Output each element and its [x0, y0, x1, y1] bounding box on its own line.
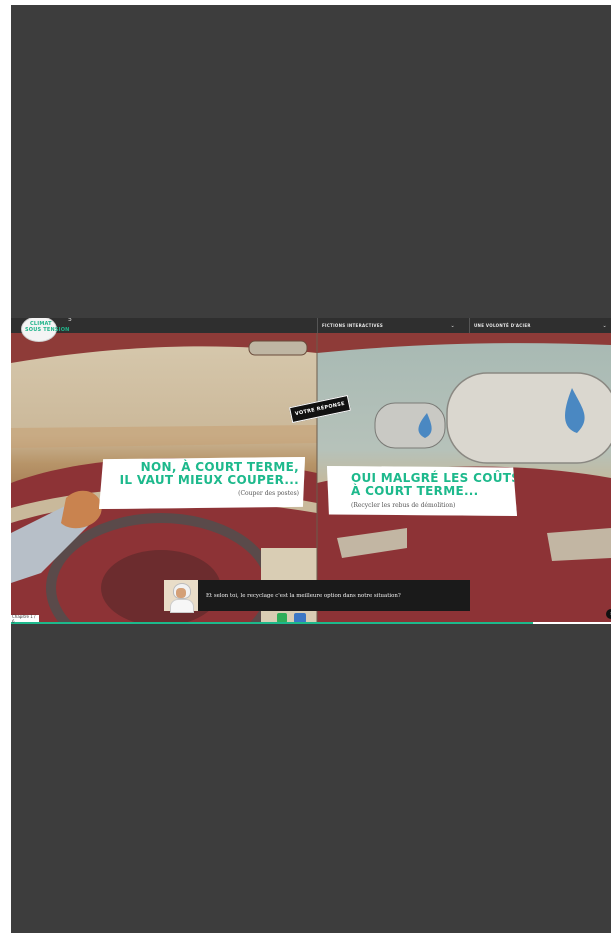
choice-card-yes[interactable]: OUI MALGRÉ LES COÛTS À COURT TERME... (R… [327, 466, 517, 516]
menu-fictions-label: FICTIONS INTERACTIVES [322, 323, 384, 328]
progress-bar-fill [11, 622, 533, 624]
chevron-down-icon: ⌄ [602, 322, 607, 329]
choice-card-no[interactable]: NON, À COURT TERME, IL VAUT MIEUX COUPER… [99, 457, 305, 509]
viewer-frame: FICTIONS INTERACTIVES ⌄ UNE VOLONTÉ D'AC… [11, 5, 611, 933]
menu-chapter-title[interactable]: UNE VOLONTÉ D'ACIER ⌄ [469, 318, 611, 333]
robe-shape [170, 599, 194, 613]
dialog-box: Et selon toi, le recyclage c'est la meil… [164, 580, 470, 613]
choice-no-subtext: (Couper des postes) [238, 490, 299, 497]
choice-yes-heading-line2: À COURT TERME... [351, 484, 479, 498]
site-logo[interactable]: CLIMAT SOUS TENSION 5 [21, 318, 72, 342]
menu-chapter-label: UNE VOLONTÉ D'ACIER [474, 323, 531, 328]
speaker-portrait [164, 580, 198, 613]
menu-fictions-interactives[interactable]: FICTIONS INTERACTIVES ⌄ [317, 318, 459, 333]
chapter-indicator: Chapitre 1 / 6 [11, 614, 39, 624]
logo-superscript: 5 [68, 318, 72, 323]
progress-bar [11, 622, 611, 624]
face-shape [176, 588, 186, 598]
logo-text-bottom: SOUS TENSION [25, 327, 70, 333]
next-arrow-icon[interactable]: › [606, 609, 611, 619]
choice-yes-subtext: (Recycler les rebus de démolition) [351, 502, 456, 509]
choice-no-heading-line2: IL VAUT MIEUX COUPER... [119, 473, 299, 487]
story-stage: FICTIONS INTERACTIVES ⌄ UNE VOLONTÉ D'AC… [11, 318, 611, 624]
dialog-question: Et selon toi, le recyclage c'est la meil… [206, 592, 401, 599]
top-navigation-bar: FICTIONS INTERACTIVES ⌄ UNE VOLONTÉ D'AC… [11, 318, 611, 333]
choice-yes-heading-line1: OUI MALGRÉ LES COÛTS [351, 471, 521, 485]
chevron-down-icon: ⌄ [450, 322, 455, 329]
choice-no-heading-line1: NON, À COURT TERME, [140, 460, 299, 474]
